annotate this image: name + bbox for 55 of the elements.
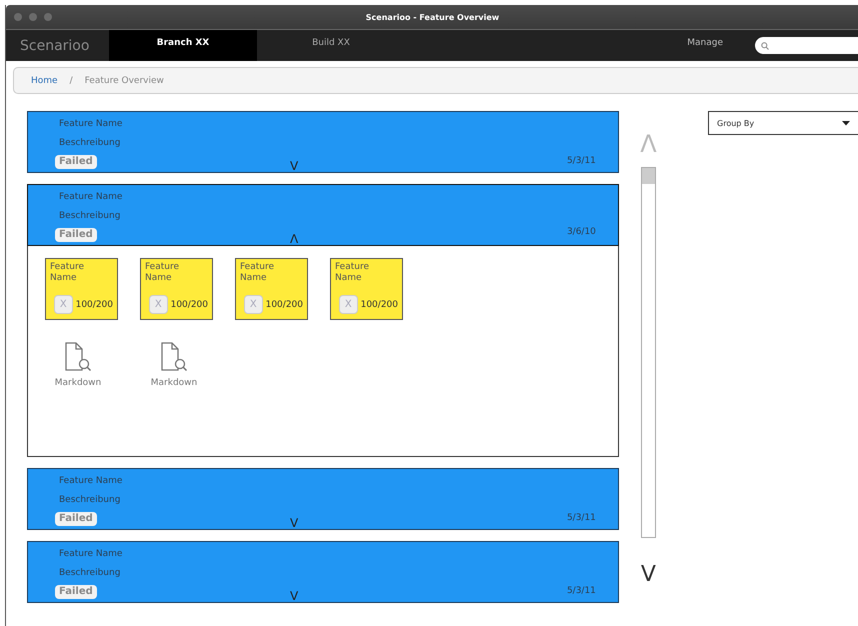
document-label[interactable]: Markdown [54, 378, 102, 388]
caret-icon [842, 120, 850, 126]
breadcrumb-text: / [70, 76, 73, 86]
expand-toggle[interactable]: V [290, 517, 298, 529]
sub-feature-count: 100/200 [266, 300, 303, 310]
feature-date: 3/6/10 [566, 227, 596, 237]
expand-toggle[interactable]: Λ [290, 233, 298, 245]
document-label[interactable]: Markdown [150, 378, 198, 388]
nav-tab[interactable]: Build XX [257, 30, 405, 61]
feature-date: 5/3/11 [566, 586, 596, 596]
feature-name: Feature Name [59, 548, 124, 561]
feature-name: Feature Name [59, 475, 124, 488]
feature-description: Beschreibung [59, 210, 122, 223]
logo[interactable]: Scenarioo [6, 38, 109, 54]
document-search-icon[interactable] [160, 342, 188, 372]
sub-feature-count: 100/200 [170, 300, 208, 310]
feature-date: 5/3/11 [566, 513, 596, 523]
sub-feature-count: 100/200 [360, 300, 398, 310]
sub-feature-count: 100/200 [76, 300, 113, 310]
feature-card[interactable]: Feature Name Beschreibung Failed V 5/3/11 [27, 541, 619, 603]
feature-card[interactable]: Feature Name Beschreibung Failed V 5/3/11 [27, 468, 619, 530]
feature-description: Beschreibung [59, 137, 122, 150]
feature-description: Beschreibung [59, 494, 122, 507]
expand-toggle[interactable]: V [290, 590, 298, 602]
group-by-select[interactable]: Group By [708, 111, 858, 135]
status-badge: Failed [55, 512, 97, 526]
document-search-icon[interactable] [64, 342, 92, 372]
status-badge: Failed [55, 155, 97, 169]
window-title: Scenarioo - Feature Overview [366, 12, 500, 22]
manage-link[interactable]: Manage [687, 38, 723, 48]
breadcrumb-link[interactable]: Home [31, 76, 58, 86]
scroll-thumb[interactable] [642, 168, 655, 184]
scroll-track[interactable] [640, 167, 656, 538]
sub-feature-name: Feature Name [50, 262, 86, 284]
feature-date: 5/3/11 [566, 156, 596, 166]
breadcrumb-text: Feature Overview [84, 76, 164, 86]
search-field[interactable] [755, 37, 858, 54]
sub-feature-card[interactable]: Feature Name X 100/200 [235, 258, 308, 320]
feature-name: Feature Name [59, 118, 124, 131]
sub-feature-name: Feature Name [240, 262, 276, 284]
feature-card[interactable]: Feature Name Beschreibung Failed V 5/3/11 [27, 111, 619, 173]
feature-name: Feature Name [59, 191, 124, 204]
feature-description: Beschreibung [59, 567, 122, 580]
status-badge: Failed [55, 585, 97, 599]
sub-feature-card[interactable]: Feature Name X 100/200 [140, 258, 213, 320]
scroll-down-arrow[interactable]: V [640, 562, 656, 587]
expand-toggle[interactable]: V [290, 160, 298, 172]
sub-feature-name: Feature Name [335, 262, 370, 284]
sub-feature-card[interactable]: Feature Name X 100/200 [45, 258, 118, 320]
sub-feature-card[interactable]: Feature Name X 100/200 [330, 258, 403, 320]
search-icon [761, 42, 769, 50]
nav-tab[interactable]: Branch XX [109, 30, 257, 61]
sub-feature-name: Feature Name [145, 262, 180, 284]
status-badge: Failed [55, 228, 97, 242]
feature-card[interactable]: Feature Name Beschreibung Failed Λ 3/6/10 [27, 184, 619, 246]
